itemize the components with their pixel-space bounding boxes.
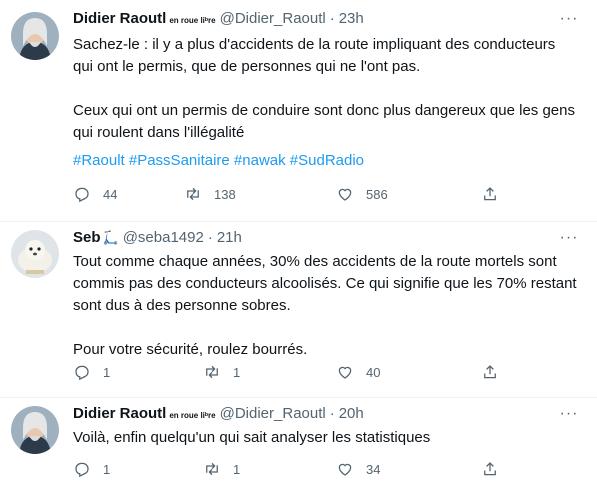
reply-button[interactable]: 1 [73,459,110,479]
share-button[interactable] [481,459,499,479]
share-icon [484,187,496,201]
separator-dot: · [207,229,213,246]
reply-count: 44 [103,186,118,202]
avatar[interactable] [11,230,59,278]
share-icon [484,462,496,476]
tweet-hashtags[interactable]: #Raoult #PassSanitaire #nawak #SudRadio [73,150,577,172]
display-name[interactable]: Seb [73,229,101,246]
user-handle[interactable]: @seba1492 [123,229,204,246]
reply-count: 1 [103,461,111,477]
retweet-icon [206,462,218,476]
like-count: 34 [366,461,381,477]
like-count: 586 [366,186,388,202]
heart-icon [338,366,352,379]
retweet-count: 138 [214,186,236,202]
retweet-button[interactable]: 1 [203,362,240,382]
more-options-icon[interactable]: ··· [559,406,579,427]
retweet-count: 1 [233,461,241,477]
reply-icon [75,187,89,203]
tweet-header: Seb 🛴 @seba1492 · 21h [73,229,557,251]
like-button[interactable]: 34 [336,459,380,479]
tweet[interactable]: Seb 🛴 @seba1492 · 21h ··· Tout comme cha… [0,222,597,398]
tweet-actions: 1 1 40 [73,362,543,382]
timestamp[interactable]: 21h [217,229,242,246]
heart-icon [338,188,352,201]
separator-dot: · [329,10,335,27]
tweet[interactable]: Didier Raoutl en roue liᵇre @Didier_Raou… [0,398,597,503]
tweet[interactable]: Didier Raoutl en roue liᵇre @Didier_Raou… [0,0,597,222]
heart-icon [338,463,352,476]
user-handle[interactable]: @Didier_Raoutl [220,10,326,27]
tweet-header: Didier Raoutl en roue liᵇre @Didier_Raou… [73,405,557,427]
tweet-text: Sachez-le : il y a plus d'accidents de l… [73,36,575,141]
avatar[interactable] [11,12,59,60]
reply-icon [75,462,89,478]
reply-icon [75,365,89,381]
avatar[interactable] [11,406,59,454]
like-button[interactable]: 40 [336,362,380,382]
separator-dot: · [329,405,335,422]
more-options-icon[interactable]: ··· [559,230,579,251]
display-name-suffix: en roue liᵇre [169,16,216,25]
more-options-icon[interactable]: ··· [559,11,579,32]
tweet-actions: 1 1 34 [73,459,543,479]
share-button[interactable] [481,184,499,204]
share-icon [484,365,496,379]
reply-button[interactable]: 1 [73,362,110,382]
retweet-button[interactable]: 138 [184,184,236,204]
like-button[interactable]: 586 [336,184,388,204]
reply-count: 1 [103,364,111,380]
retweet-button[interactable]: 1 [203,459,240,479]
display-name[interactable]: Didier Raoutl [73,10,166,27]
retweet-icon [187,187,199,201]
user-handle[interactable]: @Didier_Raoutl [220,405,326,422]
share-button[interactable] [481,362,499,382]
retweet-count: 1 [233,364,241,380]
tweet-actions: 44 138 586 [73,184,543,204]
reply-button[interactable]: 44 [73,184,117,204]
timestamp[interactable]: 23h [339,10,364,27]
like-count: 40 [366,364,381,380]
scooter-emoji: 🛴 [102,230,119,245]
tweet-text: Voilà, enfin quelqu'un qui sait analyser… [73,429,431,446]
timestamp[interactable]: 20h [339,405,364,422]
display-name[interactable]: Didier Raoutl [73,405,166,422]
tweet-header: Didier Raoutl en roue liᵇre @Didier_Raou… [73,10,557,32]
tweet-text: Tout comme chaque années, 30% des accide… [73,253,577,358]
retweet-icon [206,365,218,379]
display-name-suffix: en roue liᵇre [169,411,216,420]
